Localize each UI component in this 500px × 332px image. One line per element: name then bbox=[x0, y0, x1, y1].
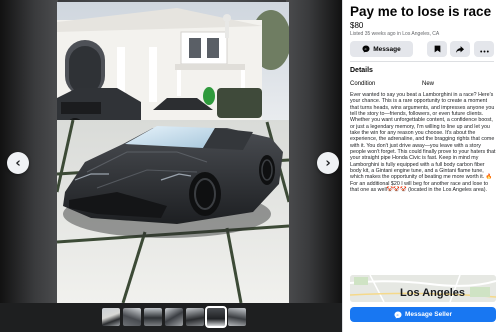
previous-photo-button[interactable]: ‹ bbox=[7, 152, 29, 174]
map-city-label: Los Angeles bbox=[400, 287, 465, 299]
photo-gallery: ‹ › bbox=[0, 0, 342, 332]
message-button[interactable]: Message bbox=[350, 41, 413, 57]
thumbnail[interactable] bbox=[228, 308, 246, 326]
thumbnail-strip bbox=[0, 303, 342, 332]
more-options-button[interactable] bbox=[474, 41, 494, 57]
location-map[interactable]: Los Angeles bbox=[350, 275, 496, 302]
share-button[interactable] bbox=[450, 41, 470, 57]
thumbnail[interactable] bbox=[165, 308, 183, 326]
listing-details-panel: Pay me to lose is race $80 Listed 35 wee… bbox=[342, 0, 500, 332]
condition-value: New bbox=[422, 81, 435, 87]
message-seller-button[interactable]: Message Seller bbox=[350, 307, 496, 322]
listing-description: Ever wanted to say you beat a Lamborghin… bbox=[350, 92, 496, 194]
chevron-right-icon: › bbox=[325, 155, 331, 171]
thumbnail[interactable] bbox=[144, 308, 162, 326]
share-icon bbox=[456, 40, 464, 58]
listing-title: Pay me to lose is race bbox=[350, 4, 492, 19]
chevron-left-icon: ‹ bbox=[15, 155, 21, 171]
next-photo-button[interactable]: › bbox=[317, 152, 339, 174]
thumbnail-selected[interactable] bbox=[205, 306, 227, 328]
listing-photo bbox=[57, 2, 289, 303]
message-button-label: Message bbox=[373, 45, 401, 53]
listing-price: $80 bbox=[350, 21, 364, 30]
message-seller-label: Message Seller bbox=[405, 311, 452, 318]
messenger-icon bbox=[362, 40, 370, 58]
thumbnail[interactable] bbox=[186, 308, 204, 326]
divider bbox=[350, 61, 494, 62]
thumbnail[interactable] bbox=[102, 308, 120, 326]
messenger-icon bbox=[394, 306, 402, 324]
details-heading: Details bbox=[350, 67, 373, 74]
condition-label: Condition bbox=[350, 81, 376, 87]
listing-meta: Listed 35 weeks ago in Los Angeles, CA bbox=[350, 31, 440, 37]
thumbnail[interactable] bbox=[123, 308, 141, 326]
bookmark-icon bbox=[434, 40, 441, 58]
save-button[interactable] bbox=[427, 41, 447, 57]
more-icon bbox=[479, 40, 489, 58]
marketplace-listing-viewer: ‹ › Pay me to lose is race $80 Listed 35… bbox=[0, 0, 500, 332]
action-bar: Message bbox=[350, 41, 496, 57]
